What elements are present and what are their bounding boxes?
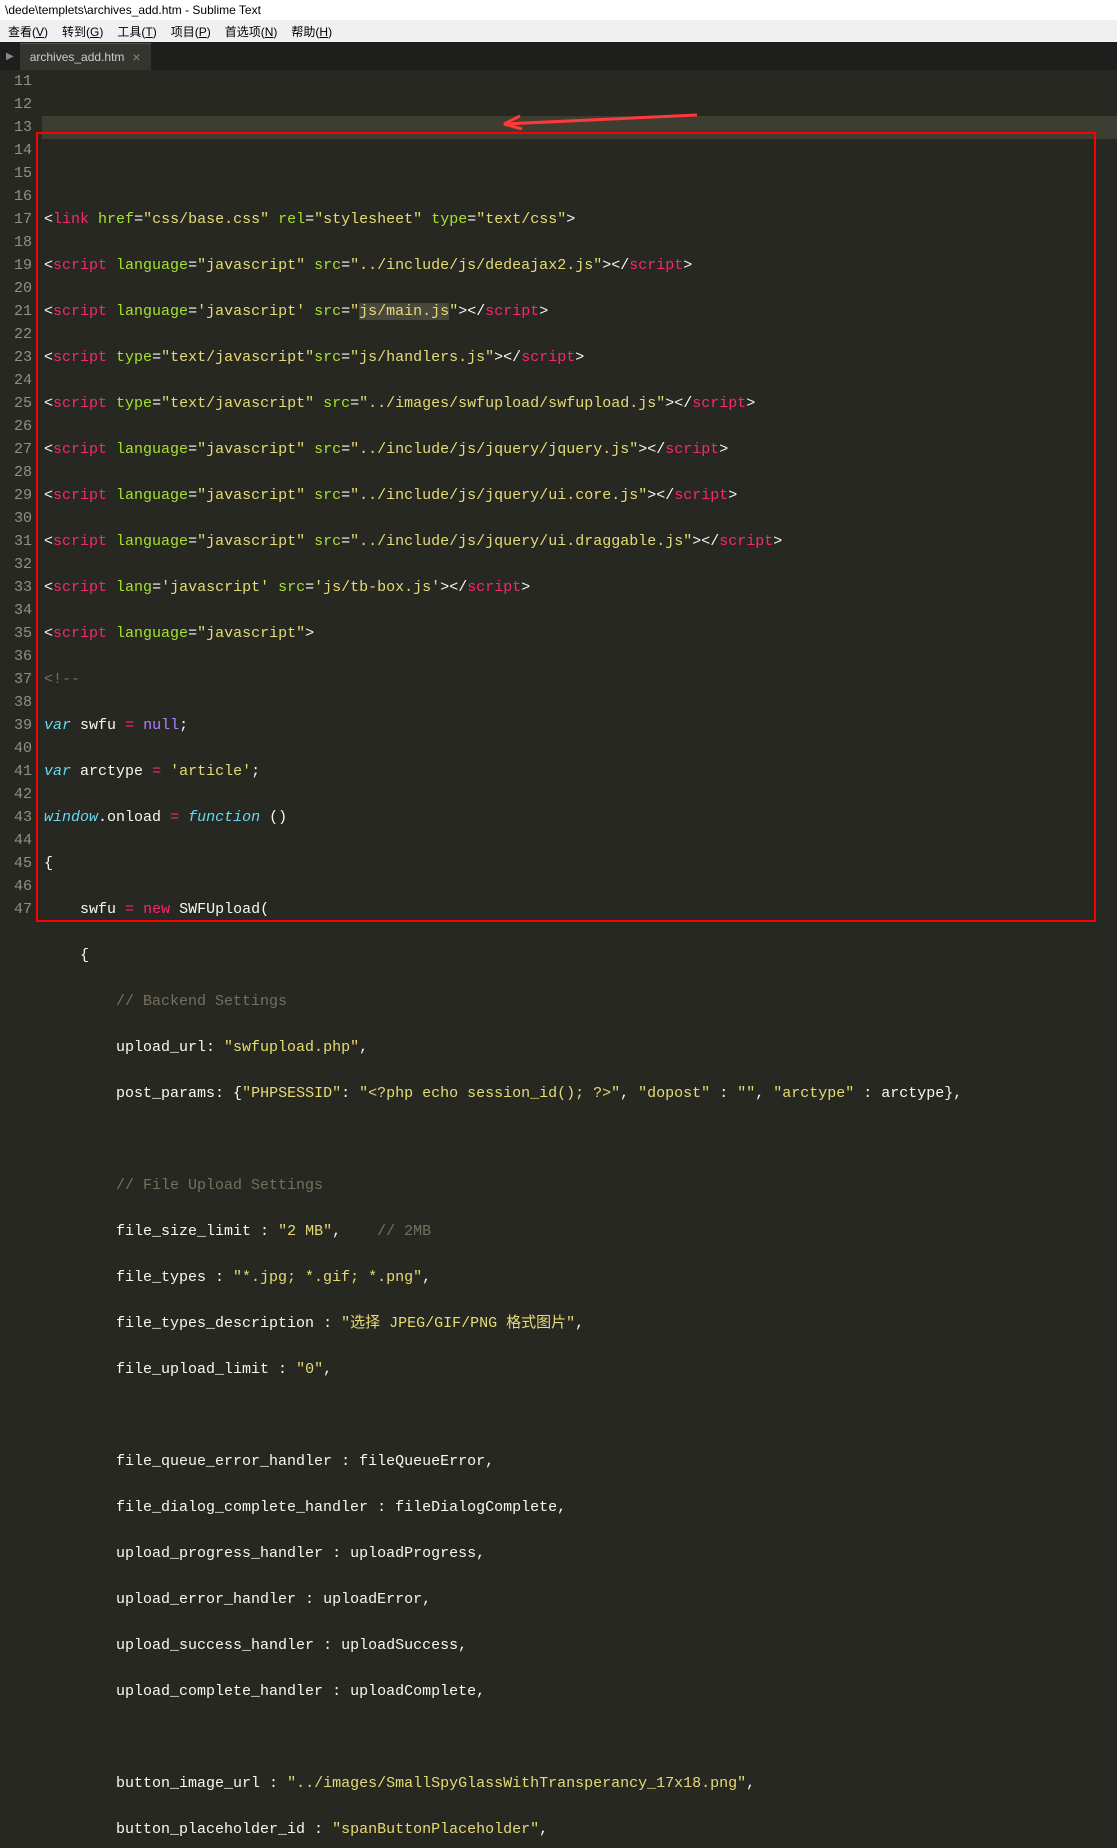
menu-goto[interactable]: 转到(G) <box>62 23 103 40</box>
menu-view[interactable]: 查看(V) <box>8 23 48 40</box>
window-title: \dede\templets\archives_add.htm - Sublim… <box>5 3 261 17</box>
line-gutter: 1112131415161718192021222324252627282930… <box>0 70 42 1848</box>
file-tab[interactable]: archives_add.htm × <box>20 43 151 70</box>
tab-label: archives_add.htm <box>30 50 125 64</box>
code-editor[interactable]: 1112131415161718192021222324252627282930… <box>0 70 1117 1848</box>
code-area[interactable]: <link href="css/base.css" rel="styleshee… <box>42 70 1117 1848</box>
tab-scroll-left-icon[interactable]: ▶ <box>0 51 20 62</box>
menu-tools[interactable]: 工具(T) <box>117 23 156 40</box>
tab-bar: ▶ archives_add.htm × <box>0 42 1117 70</box>
menu-help[interactable]: 帮助(H) <box>291 23 332 40</box>
menu-bar: 查看(V) 转到(G) 工具(T) 项目(P) 首选项(N) 帮助(H) <box>0 20 1117 42</box>
title-bar[interactable]: \dede\templets\archives_add.htm - Sublim… <box>0 0 1117 20</box>
code-content: <link href="css/base.css" rel="styleshee… <box>44 185 1117 1848</box>
menu-preferences[interactable]: 首选项(N) <box>225 23 278 40</box>
close-icon[interactable]: × <box>132 49 140 65</box>
menu-project[interactable]: 项目(P) <box>171 23 211 40</box>
